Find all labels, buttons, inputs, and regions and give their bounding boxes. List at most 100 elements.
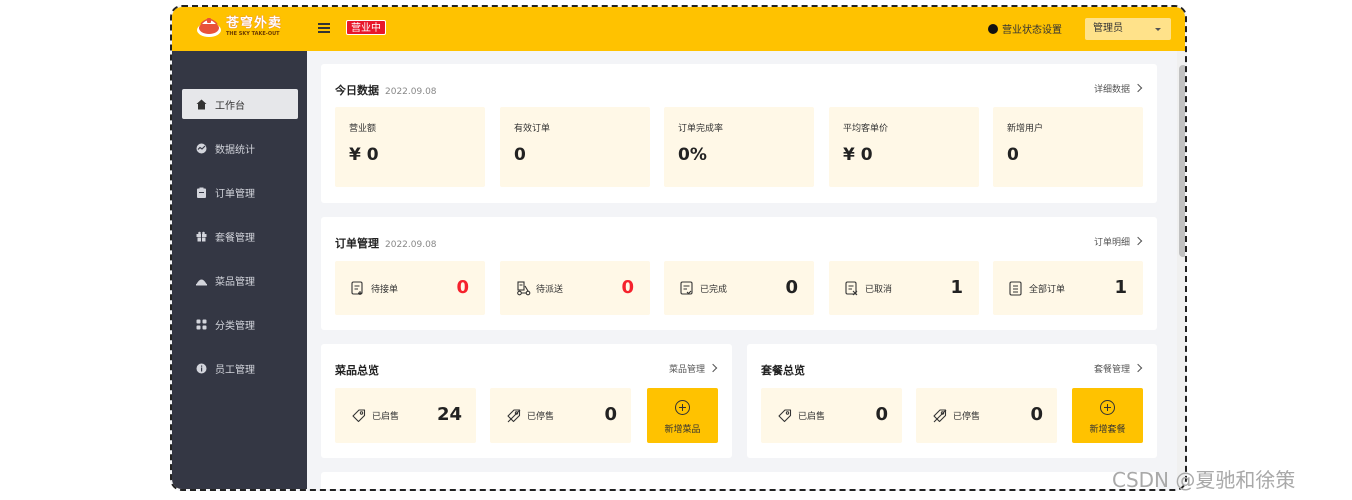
order-cancel-tile[interactable]: 已取消 1 (829, 261, 979, 315)
sidebar-item-label: 套餐管理 (215, 232, 255, 244)
on-sale-label: 已启售 (798, 412, 826, 422)
stat-label: 订单完成率 (678, 124, 724, 134)
today-data-card: 今日数据 2022.09.08 详细数据 营业额 ¥ 0 有效订单 0 订单完成率… (321, 64, 1157, 203)
orders-title: 订单管理 (335, 237, 379, 250)
tag-off-icon (507, 408, 521, 423)
order-delivery-tile[interactable]: 待派送 0 (500, 261, 650, 315)
main-content: 今日数据 2022.09.08 详细数据 营业额 ¥ 0 有效订单 0 订单完成率… (307, 51, 1185, 489)
on-sale-count: 24 (436, 404, 462, 425)
sidebar-item-label: 分类管理 (215, 320, 255, 332)
setmeal-on-sale-tile: 已启售 0 (761, 388, 902, 443)
sidebar-item-label: 菜品管理 (215, 276, 255, 288)
off-sale-label: 已停售 (527, 412, 555, 422)
stat-avg-price: 平均客单价 ¥ 0 (829, 107, 979, 187)
order-pending-tile[interactable]: 待接单 0 (335, 261, 485, 315)
order-status-label: 待派送 (536, 285, 564, 295)
stat-label: 营业额 (349, 124, 377, 134)
off-sale-count: 0 (604, 404, 617, 425)
plus-circle-icon (675, 400, 690, 415)
stat-label: 有效订单 (514, 124, 551, 134)
next-card (321, 472, 1157, 489)
stat-valid-orders: 有效订单 0 (500, 107, 650, 187)
chart-icon (196, 143, 207, 154)
card-title: 菜品总览 (335, 364, 379, 377)
clock-icon (988, 23, 998, 34)
detail-data-link[interactable]: 详细数据 (1094, 82, 1141, 95)
status-badge: 营业中 (346, 20, 386, 35)
sidebar-item-workbench[interactable]: 工作台 (182, 89, 298, 119)
order-status-label: 已完成 (700, 285, 728, 295)
stat-value: ¥ 0 (843, 145, 873, 165)
order-status-label: 已取消 (865, 285, 893, 295)
stat-value: 0 (1007, 145, 1019, 165)
dish-overview-card: 菜品总览 菜品管理 已启售 24 已停售 0 新增菜品 (321, 344, 732, 458)
order-detail-link[interactable]: 订单明细 (1094, 235, 1141, 248)
top-bar: 苍穹外卖 THE SKY TAKE-OUT 营业中 营业状态设置 管理员 (172, 7, 1185, 51)
sidebar-item-categories[interactable]: 分类管理 (182, 309, 298, 339)
add-setmeal-label: 新增套餐 (1089, 425, 1126, 435)
add-dish-label: 新增菜品 (664, 425, 701, 435)
vertical-scrollbar[interactable] (1177, 51, 1185, 489)
off-sale-count: 0 (1030, 404, 1043, 425)
delivery-icon (516, 281, 531, 296)
sidebar: 工作台 数据统计 订单管理 套餐管理 菜品管理 分类管理 员工管理 (172, 51, 307, 489)
clipboard-icon (196, 187, 207, 198)
tag-icon (352, 408, 366, 423)
order-all-tile[interactable]: 全部订单 1 (993, 261, 1143, 315)
sidebar-item-employees[interactable]: 员工管理 (182, 353, 298, 383)
sidebar-item-label: 员工管理 (215, 364, 255, 376)
order-done-tile[interactable]: 已完成 0 (664, 261, 814, 315)
scrollbar-thumb[interactable] (1179, 65, 1185, 257)
dish-off-sale-tile: 已停售 0 (490, 388, 631, 443)
card-title: 订单管理 2022.09.08 (335, 235, 437, 251)
order-count: 1 (1114, 277, 1127, 298)
watermark: CSDN @夏驰和徐策 (1112, 468, 1296, 492)
menu-toggle-icon[interactable] (318, 23, 330, 34)
caret-down-icon (1155, 28, 1161, 31)
stat-value: 0 (514, 145, 526, 165)
order-all-icon (1009, 281, 1023, 296)
order-cancel-icon (845, 281, 859, 296)
brand-title: 苍穹外卖 (226, 16, 283, 31)
order-count: 1 (950, 277, 963, 298)
logo-icon (196, 15, 222, 39)
order-status-label: 待接单 (371, 285, 399, 295)
card-title: 今日数据 2022.09.08 (335, 82, 437, 98)
order-count: 0 (785, 277, 798, 298)
stat-value: 0% (678, 145, 707, 165)
dish-manage-link[interactable]: 菜品管理 (669, 362, 716, 375)
brand-subtitle: THE SKY TAKE-OUT (226, 31, 280, 37)
setmeal-overview-card: 套餐总览 套餐管理 已启售 0 已停售 0 新增套餐 (747, 344, 1157, 458)
stat-revenue: 营业额 ¥ 0 (335, 107, 485, 187)
order-done-icon (680, 281, 694, 296)
dish-on-sale-tile: 已启售 24 (335, 388, 476, 443)
home-icon (196, 99, 207, 110)
dish-icon (196, 275, 207, 286)
user-menu-label: 管理员 (1093, 23, 1123, 34)
tag-off-icon (933, 408, 947, 423)
on-sale-label: 已启售 (372, 412, 400, 422)
card-title: 套餐总览 (761, 364, 805, 377)
sidebar-item-orders[interactable]: 订单管理 (182, 177, 298, 207)
status-setting-button[interactable]: 营业状态设置 (988, 21, 1062, 36)
sidebar-item-label: 数据统计 (215, 144, 255, 156)
setmeal-manage-link[interactable]: 套餐管理 (1094, 362, 1141, 375)
add-dish-button[interactable]: 新增菜品 (647, 388, 718, 443)
sidebar-item-setmeals[interactable]: 套餐管理 (182, 221, 298, 251)
sidebar-item-statistics[interactable]: 数据统计 (182, 133, 298, 163)
order-count: 0 (621, 277, 634, 298)
card-date: 2022.09.08 (385, 87, 437, 97)
order-count: 0 (456, 277, 469, 298)
card-date: 2022.09.08 (385, 240, 437, 250)
status-setting-label: 营业状态设置 (1002, 25, 1062, 36)
sidebar-item-label: 订单管理 (215, 188, 255, 200)
stat-completion-rate: 订单完成率 0% (664, 107, 814, 187)
order-management-card: 订单管理 2022.09.08 订单明细 待接单 0 待派送 0 已完成 0 已… (321, 217, 1157, 330)
sidebar-item-dishes[interactable]: 菜品管理 (182, 265, 298, 295)
add-setmeal-button[interactable]: 新增套餐 (1072, 388, 1143, 443)
order-pending-icon (351, 281, 365, 296)
user-menu-dropdown[interactable]: 管理员 (1085, 18, 1171, 40)
sidebar-item-label: 工作台 (215, 100, 245, 112)
app-window: 苍穹外卖 THE SKY TAKE-OUT 营业中 营业状态设置 管理员 工作台… (170, 5, 1187, 491)
on-sale-count: 0 (875, 404, 888, 425)
